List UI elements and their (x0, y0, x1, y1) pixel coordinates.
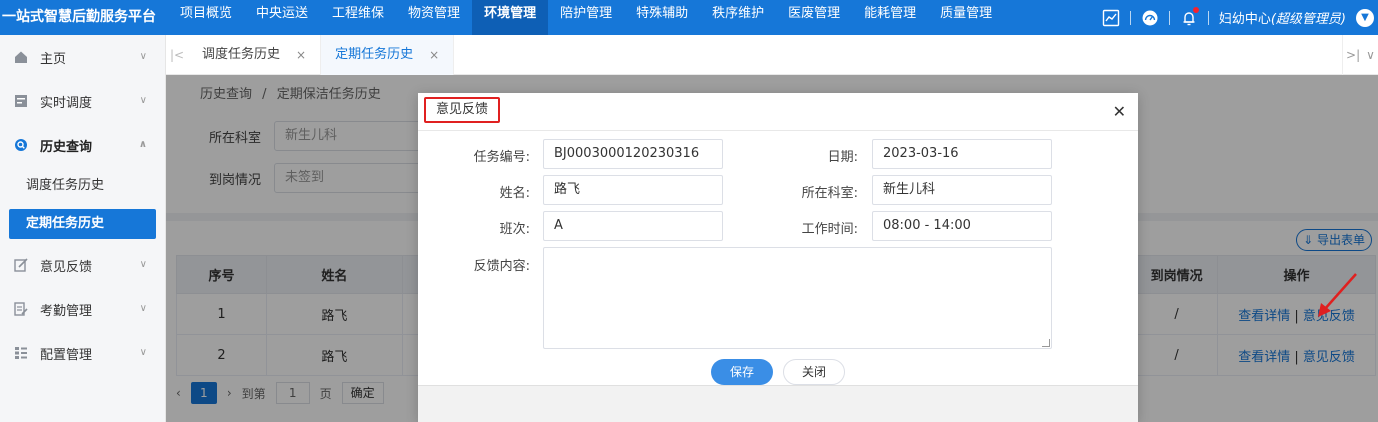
tab-label: 调度任务历史 (202, 46, 281, 62)
notification-dot (1192, 6, 1199, 13)
sidebar-subitem-periodic-history[interactable]: 定期任务历史 (9, 209, 156, 239)
top-menu-item[interactable]: 特殊辅助 (624, 0, 700, 35)
name-field[interactable]: 路飞 (543, 175, 723, 205)
top-nav-bar: 一站式智慧后勤服务平台 项目概览 中央运送 工程维保 物资管理 环境管理 陪护管… (0, 0, 1378, 35)
user-role: (超级管理员) (1270, 12, 1346, 27)
annotation-arrow-icon (1318, 273, 1357, 317)
sidebar-item-label: 历史查询 (40, 139, 93, 155)
user-name: 妇幼中心 (1218, 12, 1271, 27)
top-menu: 项目概览 中央运送 工程维保 物资管理 环境管理 陪护管理 特殊辅助 秩序维护 … (168, 0, 1004, 35)
tab-dispatch-history[interactable]: 调度任务历史 × (188, 34, 322, 75)
feedback-modal: 意见反馈 ✕ 任务编号: BJ0003000120230316 0007 日期:… (418, 93, 1138, 422)
date-field[interactable]: 2023-03-16 (872, 139, 1052, 169)
chevron-down-icon: ∨ (139, 95, 147, 106)
top-menu-item[interactable]: 医废管理 (776, 0, 852, 35)
chevron-down-icon: ∨ (139, 303, 147, 314)
top-menu-item[interactable]: 质量管理 (928, 0, 1004, 35)
bell-icon[interactable] (1180, 6, 1199, 27)
modal-footer (418, 385, 1138, 422)
home-icon (14, 50, 28, 64)
top-menu-item[interactable]: 物资管理 (396, 0, 472, 35)
chevron-down-icon: ∨ (139, 51, 147, 62)
top-menu-item-active[interactable]: 环境管理 (472, 0, 549, 35)
tab-controls: >| ∨ (1342, 35, 1378, 75)
tab-periodic-history[interactable]: 定期任务历史 × (321, 34, 455, 75)
chevron-down-icon: ∨ (139, 347, 147, 358)
sidebar: 主页 ∨ 实时调度 ∨ 历史查询 ∧ 调度任务历史 定期任务历史 意见反馈 ∨ … (0, 35, 166, 422)
close-icon[interactable]: × (429, 35, 439, 75)
shift-label: 班次: (499, 222, 530, 237)
work-time-field[interactable]: 08:00 - 14:00 (872, 211, 1052, 241)
sidebar-item-label: 意见反馈 (40, 259, 93, 275)
sidebar-item-label: 考勤管理 (40, 303, 93, 319)
dept-label: 所在科室: (801, 186, 858, 201)
modal-header: 意见反馈 ✕ (418, 93, 1138, 131)
date-label: 日期: (827, 150, 858, 165)
chevron-down-icon[interactable]: ▼ (1356, 8, 1374, 27)
resize-handle-icon[interactable] (1042, 339, 1050, 347)
divider (1129, 10, 1131, 25)
work-time-label: 工作时间: (801, 222, 858, 237)
edit-icon (14, 258, 28, 272)
app-title: 一站式智慧后勤服务平台 (2, 9, 156, 25)
dashboard-icon[interactable] (1141, 9, 1159, 27)
tab-label: 定期任务历史 (335, 46, 414, 62)
top-menu-item[interactable]: 秩序维护 (700, 0, 776, 35)
sidebar-item-history[interactable]: 历史查询 ∧ (0, 123, 165, 167)
dept-field[interactable]: 新生儿科 (872, 175, 1052, 205)
sidebar-item-attendance[interactable]: 考勤管理 ∨ (0, 287, 165, 331)
sidebar-item-label: 实时调度 (40, 95, 93, 111)
name-label: 姓名: (499, 186, 530, 201)
sidebar-subitem-dispatch-history[interactable]: 调度任务历史 (0, 167, 165, 205)
sidebar-item-feedback[interactable]: 意见反馈 ∨ (0, 243, 165, 287)
modal-title: 意见反馈 (424, 97, 501, 123)
chevron-up-icon: ∧ (138, 139, 147, 150)
close-icon[interactable]: × (296, 35, 306, 75)
save-button[interactable]: 保存 (711, 359, 773, 385)
top-menu-item[interactable]: 项目概览 (168, 0, 244, 35)
task-no-label: 任务编号: (473, 150, 530, 165)
chevron-down-icon: ∨ (139, 259, 147, 270)
sidebar-item-dispatch[interactable]: 实时调度 ∨ (0, 79, 165, 123)
top-menu-item[interactable]: 陪护管理 (548, 0, 624, 35)
feedback-content-textarea[interactable] (543, 247, 1052, 349)
tab-scroll-right-icon[interactable]: >| (1346, 48, 1360, 62)
dispatch-icon (14, 94, 28, 108)
attendance-icon (14, 302, 28, 316)
top-menu-item[interactable]: 能耗管理 (852, 0, 928, 35)
search-icon (14, 138, 28, 152)
divider (1207, 10, 1209, 25)
shift-field[interactable]: A (543, 211, 723, 241)
sidebar-item-label: 主页 (40, 51, 67, 67)
tab-bar: |< 调度任务历史 × 定期任务历史 × >| ∨ (166, 34, 1378, 75)
sidebar-item-config[interactable]: 配置管理 ∨ (0, 331, 165, 375)
tab-scroll-left-icon[interactable]: |< (166, 48, 188, 62)
user-info[interactable]: 妇幼中心(超级管理员) (1219, 8, 1346, 27)
sidebar-item-label: 配置管理 (40, 347, 93, 363)
top-menu-item[interactable]: 中央运送 (244, 0, 320, 35)
close-button[interactable]: 关闭 (783, 359, 845, 385)
chevron-down-icon[interactable]: ∨ (1366, 48, 1375, 62)
divider (1168, 10, 1170, 25)
top-menu-item[interactable]: 工程维保 (320, 0, 396, 35)
chart-icon[interactable] (1102, 9, 1120, 27)
sidebar-item-home[interactable]: 主页 ∨ (0, 35, 165, 79)
config-icon (14, 346, 28, 360)
top-right-tools: 妇幼中心(超级管理员) ▼ (1102, 0, 1378, 35)
task-no-field[interactable]: BJ0003000120230316 0007 (543, 139, 723, 189)
content-label: 反馈内容: (473, 259, 530, 274)
close-icon[interactable]: ✕ (1113, 102, 1126, 121)
